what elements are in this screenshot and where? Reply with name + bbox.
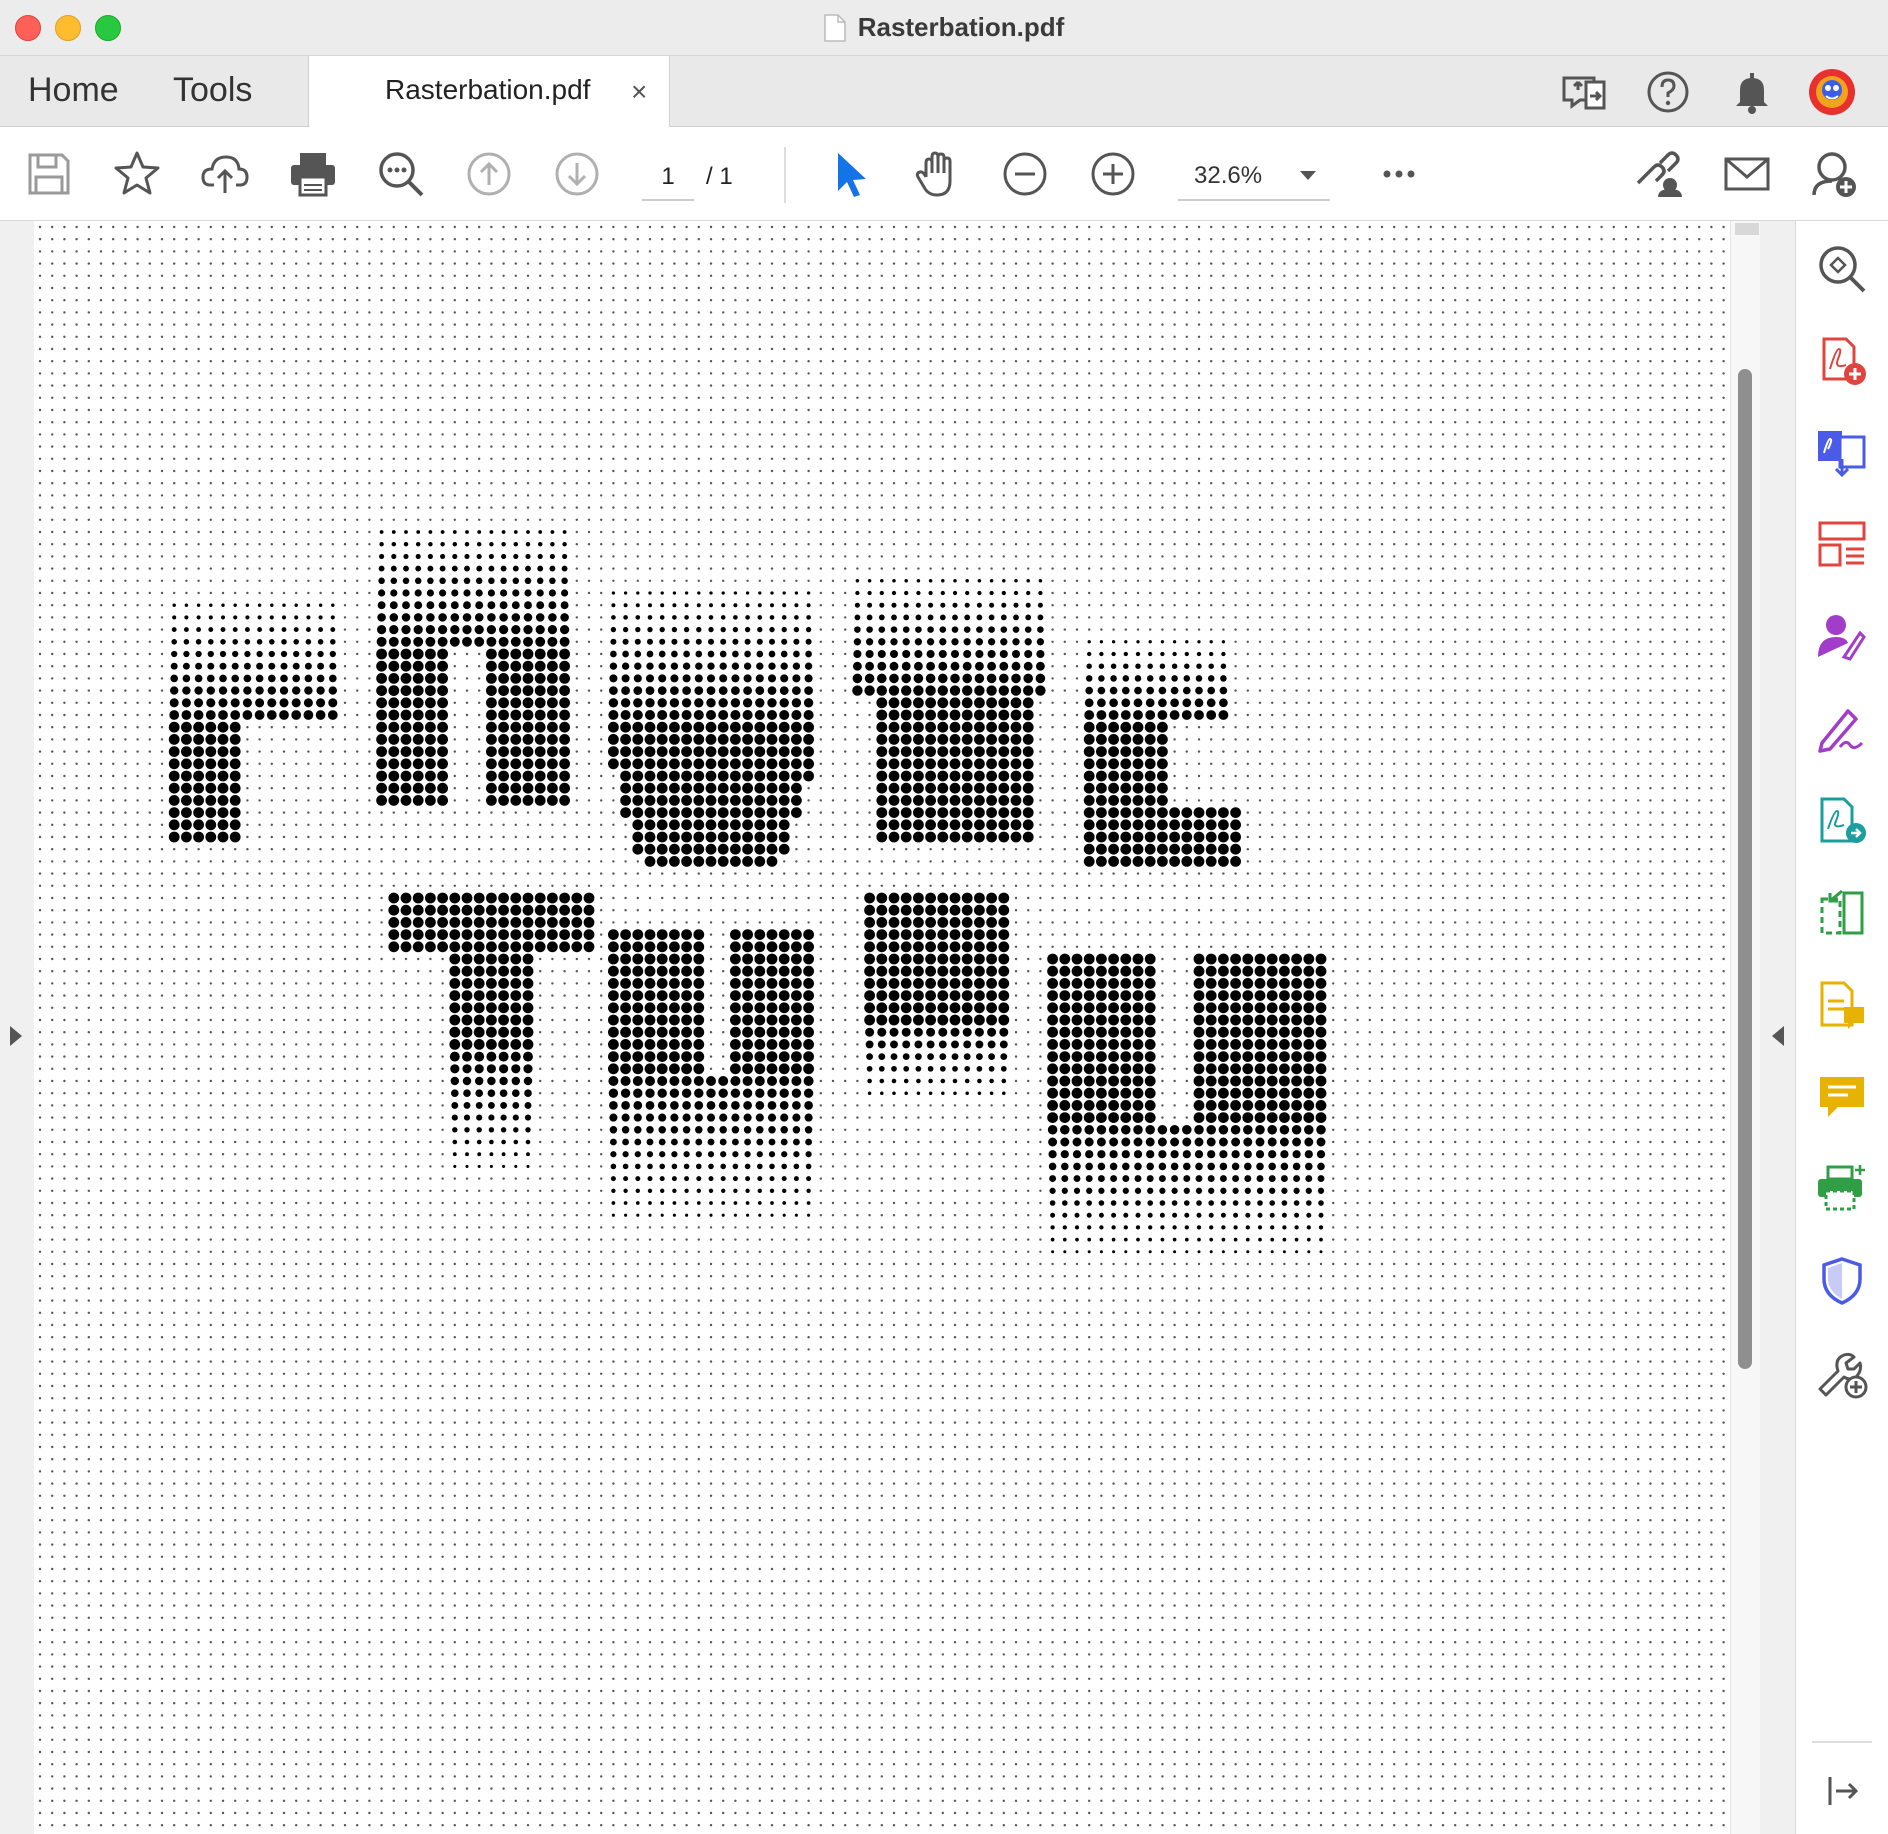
scan-enhance-icon[interactable] (1816, 1163, 1868, 1215)
page-number-input[interactable]: 1 (642, 155, 694, 201)
toolbar-divider (784, 147, 786, 203)
create-pdf-icon[interactable] (1816, 335, 1868, 387)
collapse-panel-icon[interactable] (1816, 1765, 1868, 1817)
select-pointer-icon[interactable] (826, 149, 876, 199)
pdf-page (34, 221, 1730, 1834)
document-viewport[interactable] (0, 221, 1796, 1834)
more-tools-icon[interactable] (1816, 1347, 1868, 1399)
rail-divider (1812, 1741, 1872, 1743)
document-icon (823, 13, 846, 42)
toolbar: 1 / 1 32.6% (0, 127, 1888, 221)
vertical-scrollbar[interactable] (1730, 221, 1761, 1834)
halftone-artwork (38, 225, 1725, 1827)
next-page-icon[interactable] (552, 149, 602, 199)
tab-bar: Home Tools Rasterbation.pdf × (0, 56, 1888, 127)
title-bar: Rasterbation.pdf (0, 0, 1888, 56)
combine-files-icon[interactable] (1816, 795, 1868, 847)
share-link-icon[interactable] (1632, 149, 1682, 199)
close-tab-button[interactable]: × (631, 76, 647, 108)
more-options-icon[interactable] (1374, 149, 1424, 199)
previous-page-icon[interactable] (464, 149, 514, 199)
expand-left-panel-icon[interactable] (10, 1026, 22, 1046)
add-user-icon[interactable] (1810, 149, 1860, 199)
notifications-bell-icon[interactable] (1728, 68, 1776, 116)
export-pdf-icon[interactable] (1816, 427, 1868, 479)
zoom-dropdown[interactable]: 32.6% (1178, 153, 1330, 201)
edit-pdf-icon[interactable] (1816, 887, 1868, 939)
request-signature-icon[interactable] (1816, 611, 1868, 663)
document-tab-label: Rasterbation.pdf (385, 74, 591, 105)
hand-tool-icon[interactable] (912, 149, 962, 199)
email-icon[interactable] (1722, 149, 1772, 199)
zoom-in-icon[interactable] (1088, 149, 1138, 199)
tab-document[interactable]: Rasterbation.pdf × (308, 56, 670, 127)
page-total: / 1 (706, 163, 733, 190)
window-title: Rasterbation.pdf (857, 12, 1065, 42)
window-title-wrap: Rasterbation.pdf (0, 0, 1888, 55)
tab-tools[interactable]: Tools (173, 56, 252, 126)
search-document-icon[interactable] (1816, 243, 1868, 295)
right-panel-toggle[interactable] (1760, 221, 1796, 1834)
user-avatar[interactable] (1808, 68, 1856, 116)
left-panel-toggle[interactable] (0, 221, 34, 1834)
comment-icon[interactable] (1816, 1071, 1868, 1123)
print-icon[interactable] (288, 149, 338, 199)
export-pdf-green-icon[interactable] (1816, 979, 1868, 1031)
bookmark-star-icon[interactable] (112, 149, 162, 199)
organize-pages-icon[interactable] (1816, 519, 1868, 571)
chevron-down-icon (1300, 171, 1316, 180)
zoom-out-icon[interactable] (1000, 149, 1050, 199)
upload-cloud-icon[interactable] (200, 149, 250, 199)
protect-shield-icon[interactable] (1816, 1255, 1868, 1307)
scrollbar-top-cap (1735, 223, 1759, 235)
tools-rail (1796, 221, 1888, 1834)
search-icon[interactable] (376, 149, 426, 199)
fill-sign-icon[interactable] (1816, 703, 1868, 755)
share-screen-icon[interactable] (1560, 68, 1608, 116)
save-icon[interactable] (24, 149, 74, 199)
zoom-value: 32.6% (1194, 162, 1263, 189)
scrollbar-thumb[interactable] (1738, 369, 1752, 1369)
help-icon[interactable] (1644, 68, 1692, 116)
app-window: Rasterbation.pdf Home Tools Rasterbation… (0, 0, 1888, 1834)
collapse-right-panel-icon[interactable] (1772, 1026, 1784, 1046)
tab-home[interactable]: Home (28, 56, 119, 126)
